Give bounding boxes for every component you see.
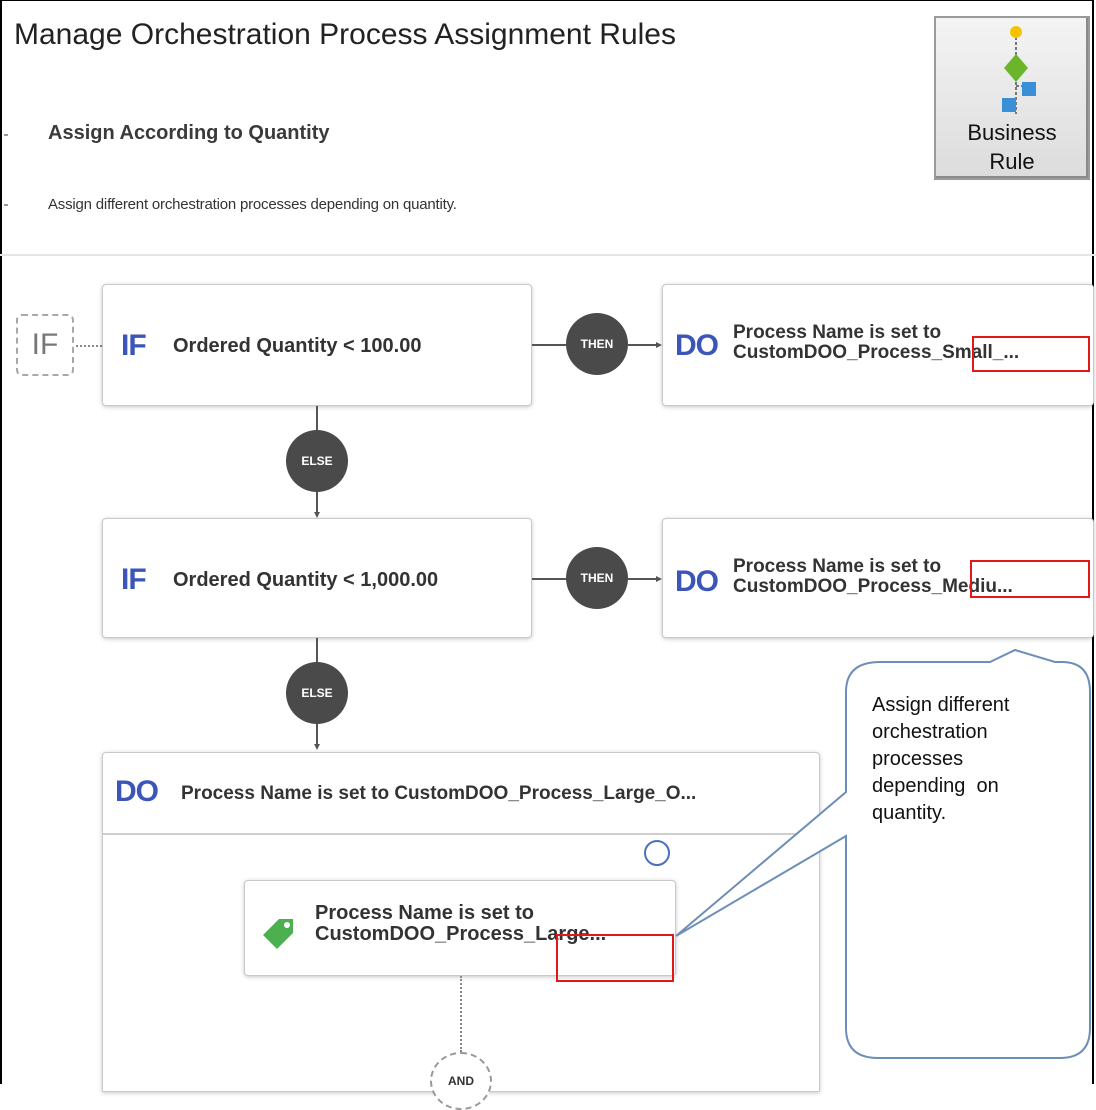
- business-rule-label-1: Business: [967, 120, 1057, 145]
- highlight-box: [970, 560, 1090, 598]
- divider: [103, 833, 819, 835]
- tag-icon: [263, 919, 293, 949]
- dotted-connector: [76, 345, 102, 347]
- condition-text: Ordered Quantity < 1,000.00: [173, 569, 439, 591]
- connector-line: [628, 578, 656, 580]
- else-connector[interactable]: ELSE: [286, 662, 348, 724]
- if-keyword: IF: [121, 563, 147, 596]
- connector-line: [628, 344, 656, 346]
- highlight-box: [972, 336, 1090, 372]
- do-keyword: DO: [675, 329, 719, 362]
- then-connector[interactable]: THEN: [566, 313, 628, 375]
- callout-line: processes: [872, 748, 964, 770]
- selection-circle-icon[interactable]: [644, 840, 670, 866]
- and-connector[interactable]: AND: [430, 1052, 492, 1110]
- if-keyword: IF: [121, 329, 147, 362]
- callout-text: Assign different orchestration processes…: [872, 692, 1010, 827]
- if-condition-card-2[interactable]: IF Ordered Quantity < 1,000.00: [102, 518, 532, 638]
- else-action-header: Process Name is set to CustomDOO_Process…: [181, 783, 697, 804]
- section-description: Assign different orchestration processes…: [48, 196, 457, 213]
- dotted-connector: [460, 976, 462, 1052]
- then-connector[interactable]: THEN: [566, 547, 628, 609]
- business-rule-flowchart-icon: [1002, 26, 1036, 114]
- highlight-box: [556, 934, 674, 982]
- callout-line: quantity.: [872, 802, 947, 824]
- connector-line: [532, 344, 566, 346]
- left-tick: [4, 134, 8, 136]
- action-line-1: Process Name is set to: [315, 902, 534, 924]
- divider: [0, 254, 1096, 256]
- if-condition-card-1[interactable]: IF Ordered Quantity < 100.00: [102, 284, 532, 406]
- callout-line: orchestration: [872, 721, 988, 743]
- business-rule-button[interactable]: Business Rule: [934, 16, 1090, 180]
- connector-line: [532, 578, 566, 580]
- do-keyword: DO: [115, 775, 159, 808]
- connector-line: [316, 724, 318, 744]
- connector-line: [316, 406, 318, 432]
- callout-line: Assign different: [872, 694, 1010, 716]
- do-keyword: DO: [675, 565, 719, 598]
- page-title: Manage Orchestration Process Assignment …: [14, 18, 676, 51]
- connector-line: [316, 492, 318, 512]
- if-start-badge[interactable]: IF: [16, 314, 74, 376]
- left-tick: [4, 204, 8, 206]
- condition-text: Ordered Quantity < 100.00: [173, 335, 422, 357]
- connector-line: [316, 638, 318, 664]
- else-connector[interactable]: ELSE: [286, 430, 348, 492]
- business-rule-label-2: Rule: [989, 149, 1035, 174]
- callout-line: depending on: [872, 775, 999, 797]
- section-title: Assign According to Quantity: [48, 122, 330, 144]
- arrow-down: [314, 744, 320, 750]
